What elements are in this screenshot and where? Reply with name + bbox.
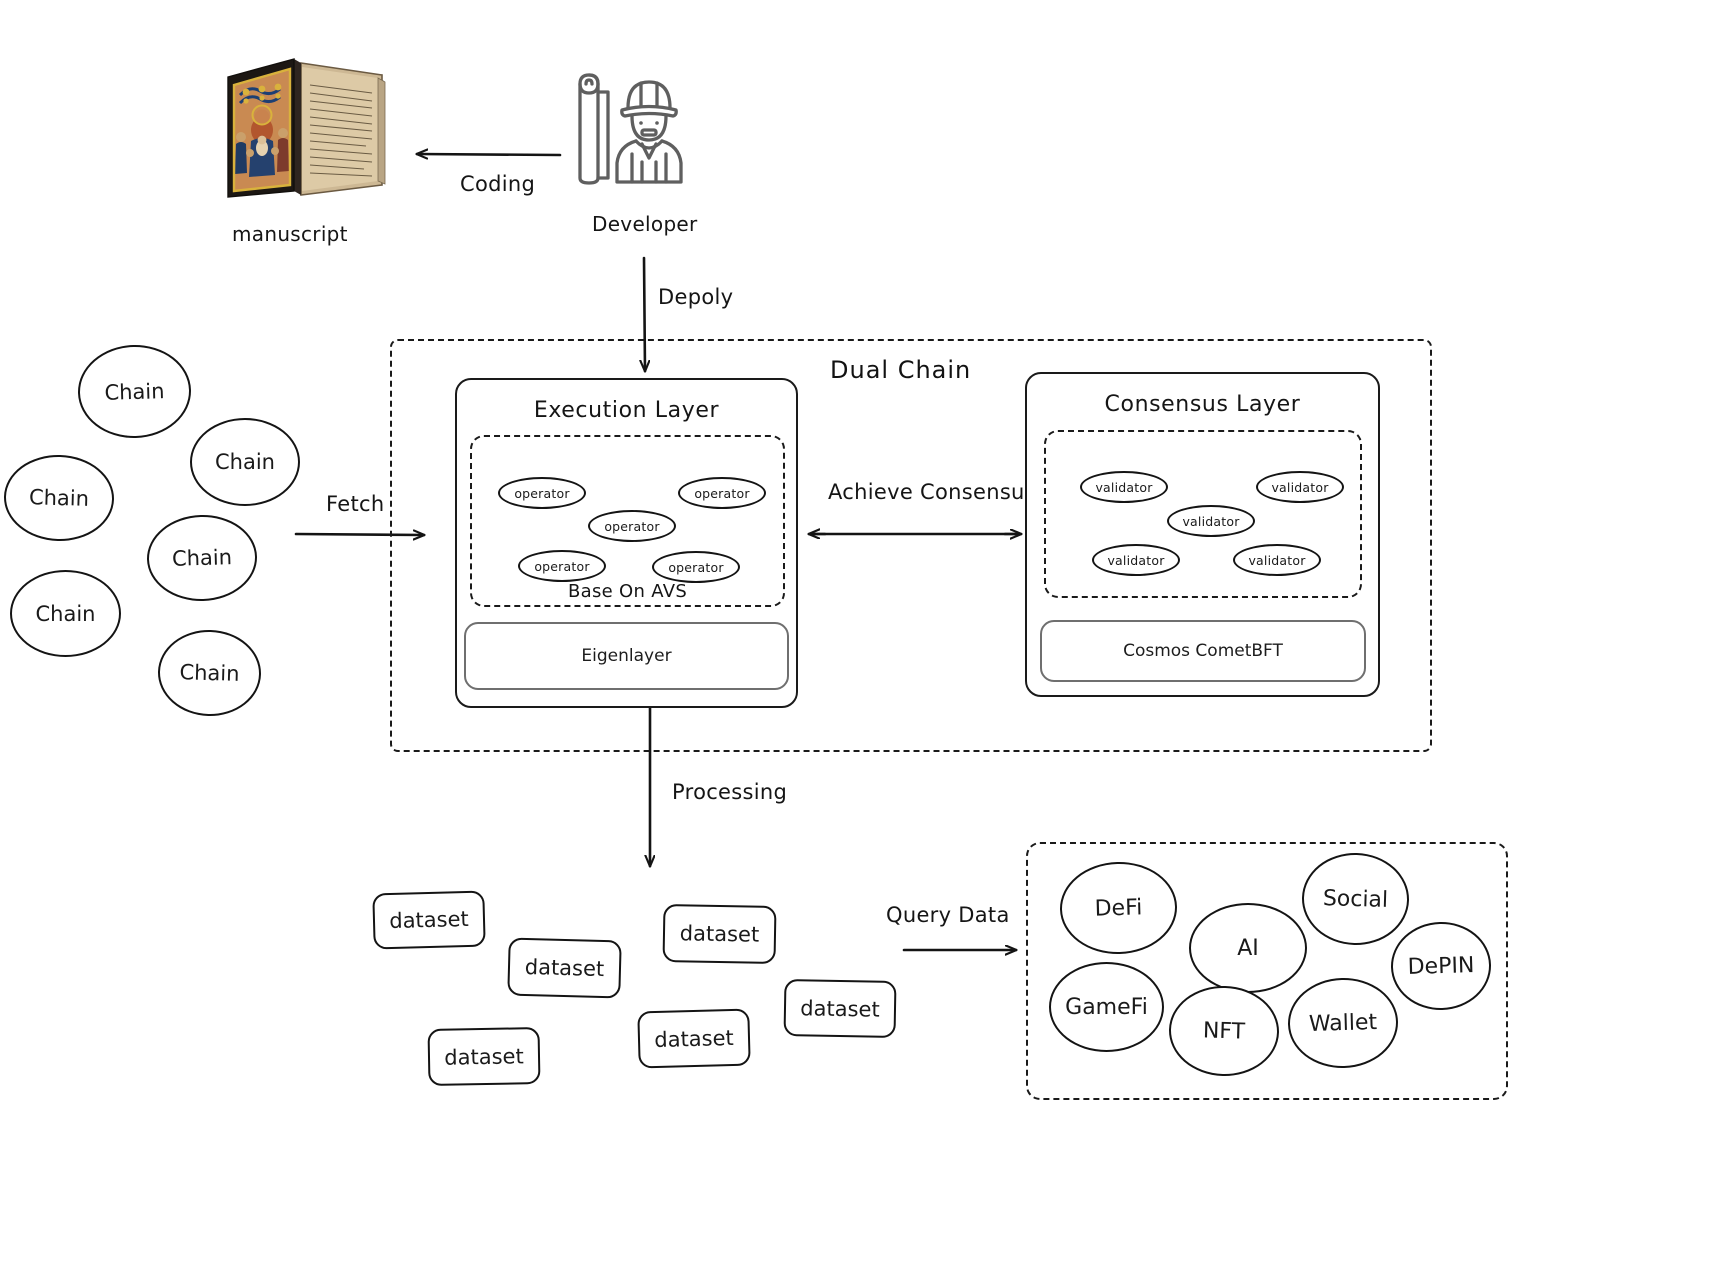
operator-node[interactable]: operator: [678, 477, 766, 509]
fetch-arrow-label: Fetch: [326, 492, 385, 516]
application-node-label: GameFi: [1065, 994, 1148, 1020]
application-node-label: AI: [1237, 935, 1259, 961]
base-on-avs-label: Base On AVS: [568, 581, 688, 602]
developer-caption: Developer: [592, 212, 698, 236]
application-node-label: NFT: [1202, 1017, 1246, 1045]
operator-node[interactable]: operator: [498, 477, 586, 509]
dataset-node[interactable]: dataset: [372, 890, 486, 950]
dataset-node-label: dataset: [653, 1025, 735, 1052]
application-node[interactable]: GameFi: [1049, 962, 1164, 1052]
validator-node[interactable]: validator: [1080, 471, 1168, 503]
dataset-node-label: dataset: [524, 954, 605, 982]
consensus-layer-title: Consensus Layer: [1104, 392, 1301, 417]
application-node-label: DePIN: [1407, 952, 1475, 980]
chain-node-label: Chain: [28, 485, 90, 511]
chain-node-label: Chain: [179, 660, 240, 686]
application-node[interactable]: AI: [1189, 903, 1307, 993]
operator-node-label: operator: [694, 485, 750, 501]
validator-node[interactable]: validator: [1256, 471, 1344, 503]
dataset-node[interactable]: dataset: [662, 904, 777, 964]
operator-node[interactable]: operator: [518, 550, 606, 582]
dual-chain-title: Dual Chain: [830, 356, 972, 384]
validator-node-label: validator: [1107, 552, 1165, 568]
validator-node-label: validator: [1182, 513, 1240, 529]
operator-node-label: operator: [604, 518, 660, 534]
eigenlayer-box[interactable]: Eigenlayer: [464, 622, 789, 690]
chain-node-label: Chain: [215, 450, 275, 474]
chain-node-label: Chain: [171, 545, 233, 571]
validator-node-label: validator: [1271, 479, 1329, 495]
coding-arrow-label: Coding: [460, 172, 536, 196]
operator-node[interactable]: operator: [588, 510, 676, 542]
operator-node[interactable]: operator: [652, 551, 740, 583]
validator-node-label: validator: [1095, 479, 1153, 495]
dataset-node[interactable]: dataset: [637, 1008, 751, 1069]
dataset-node[interactable]: dataset: [427, 1027, 541, 1086]
operator-node-label: operator: [668, 559, 724, 575]
validator-node-label: validator: [1248, 552, 1306, 568]
operator-node-label: operator: [534, 558, 590, 574]
validator-node[interactable]: validator: [1092, 544, 1180, 576]
chain-node-label: Chain: [35, 601, 96, 626]
deploy-arrow-label: Depoly: [658, 285, 734, 309]
coding-arrow: [417, 154, 562, 155]
dataset-node-label: dataset: [444, 1043, 524, 1070]
operator-node-label: operator: [514, 485, 570, 501]
manuscript-icon: [206, 45, 396, 210]
eigenlayer-label: Eigenlayer: [581, 646, 672, 666]
application-node-label: Wallet: [1308, 1009, 1378, 1037]
chain-node[interactable]: Chain: [190, 418, 300, 506]
cosmos-cometbft-label: Cosmos CometBFT: [1123, 641, 1283, 661]
application-node-label: DeFi: [1094, 894, 1143, 922]
execution-layer-title: Execution Layer: [533, 398, 720, 423]
developer-icon: [566, 66, 694, 192]
dataset-node[interactable]: dataset: [507, 937, 622, 999]
dataset-node[interactable]: dataset: [783, 979, 897, 1038]
processing-arrow-label: Processing: [672, 780, 788, 804]
dataset-node-label: dataset: [388, 906, 470, 934]
dataset-node-label: dataset: [800, 995, 880, 1022]
validator-node[interactable]: validator: [1233, 544, 1321, 576]
query-data-arrow-label: Query Data: [886, 903, 1010, 927]
validator-node[interactable]: validator: [1167, 505, 1255, 537]
chain-node-label: Chain: [104, 378, 165, 405]
dataset-node-label: dataset: [679, 921, 760, 947]
cosmos-cometbft-box[interactable]: Cosmos CometBFT: [1040, 620, 1366, 682]
manuscript-caption: manuscript: [232, 222, 348, 246]
application-node-label: Social: [1322, 885, 1389, 913]
chain-node[interactable]: Chain: [10, 570, 121, 657]
